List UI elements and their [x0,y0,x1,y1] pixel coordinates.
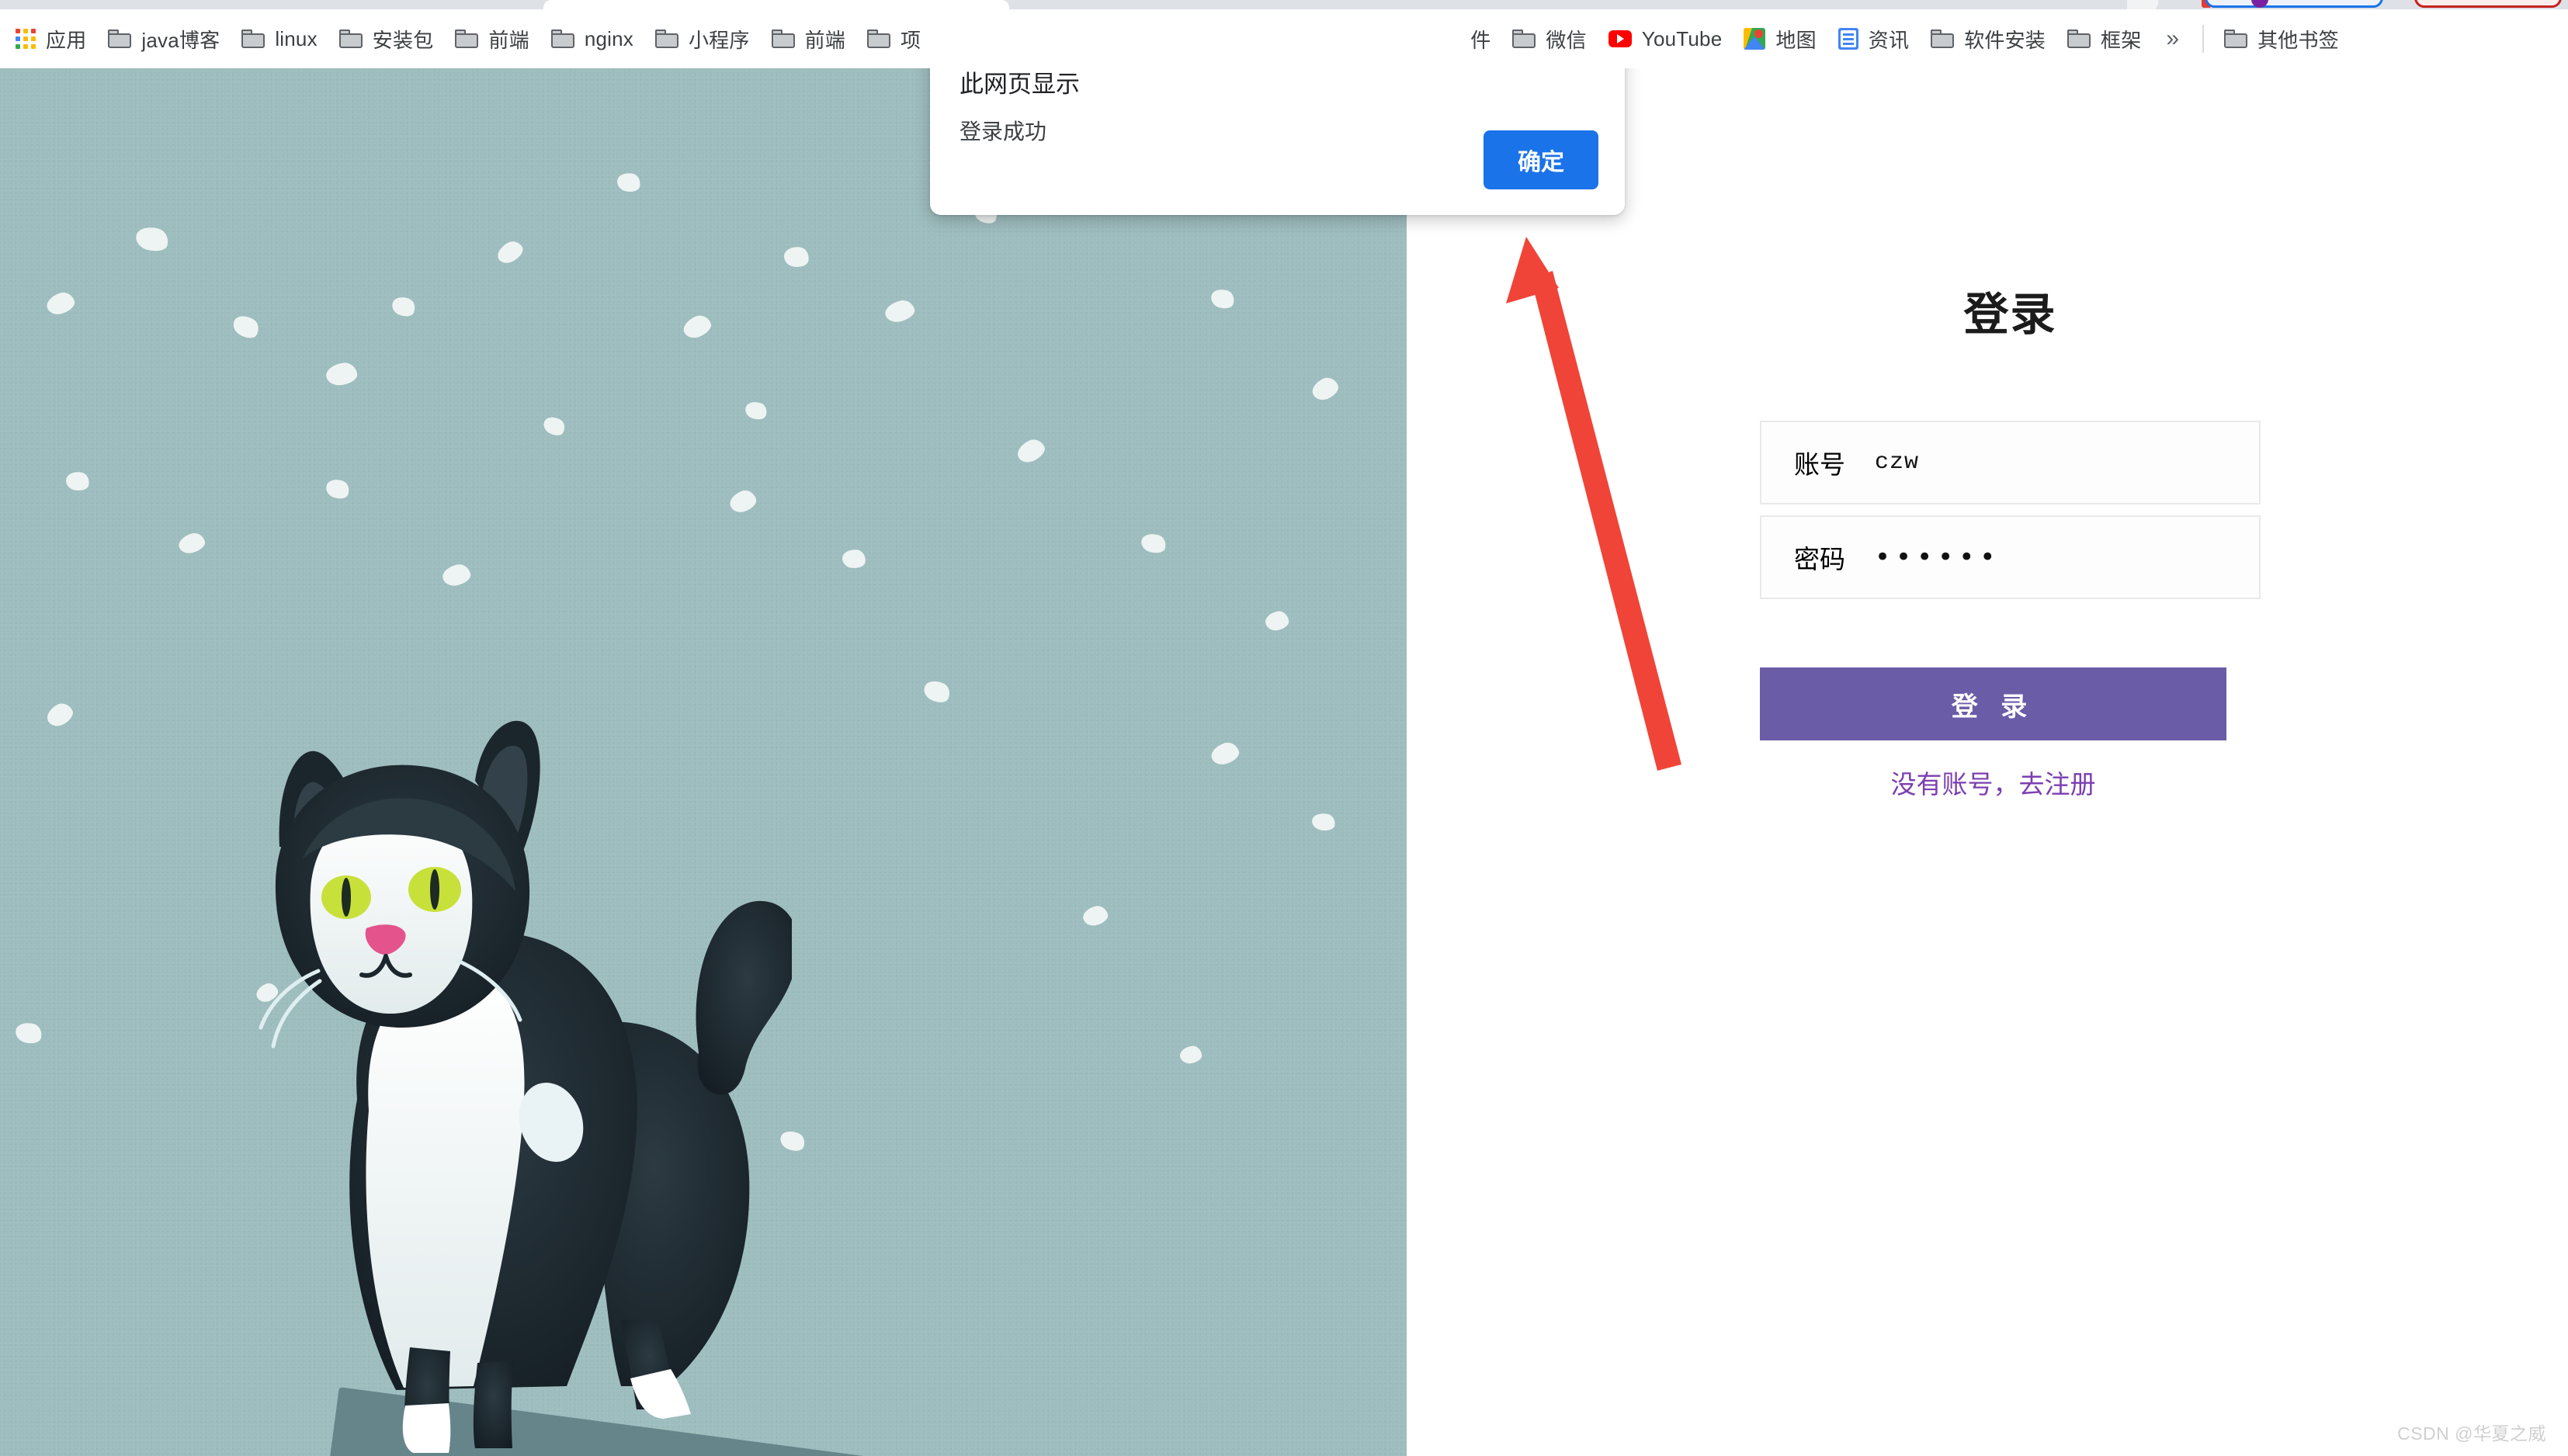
bookmarks-divider [2202,25,2205,53]
bookmark-linux[interactable]: linux [231,17,328,61]
bookmark-label: 资讯 [1868,28,1910,52]
bookmark-apps[interactable]: 应用 [5,17,97,61]
apps-grid-icon [16,29,36,49]
google-maps-icon [1744,28,1766,50]
bookmark-frontend-2[interactable]: 前端 [761,17,856,61]
bookmark-miniprogram[interactable]: 小程序 [644,17,761,61]
youtube-icon [1608,30,1632,47]
bookmark-label: 安装包 [372,28,434,52]
bookmark-project[interactable]: 项 [856,17,932,61]
bookmark-label: 小程序 [688,28,750,52]
folder-icon [550,29,574,48]
bookmark-wechat[interactable]: 微信 [1501,17,1597,61]
bookmark-label: nginx [584,26,633,50]
password-input[interactable]: •••••• [1875,542,2001,573]
dialog-ok-button[interactable]: 确定 [1484,130,1598,189]
hero-illustration [0,68,1407,1456]
bookmark-label: 前端 [804,28,845,52]
browser-tab-strip [0,0,2568,9]
folder-icon [455,29,479,48]
bookmark-other-bookmarks[interactable]: 其他书签 [2213,17,2350,61]
account-field[interactable]: 账号 czw [1760,421,2261,504]
folder-icon [2224,29,2248,48]
dialog-title: 此网页显示 [960,71,1080,98]
bookmarks-overflow-chevron-icon[interactable]: » [2152,26,2193,52]
folder-icon [1931,29,1955,48]
folder-icon [1512,29,1536,48]
omnibox-suggestion-chip[interactable] [2205,0,2383,8]
login-form: 登录 账号 czw 密码 •••••• 登 录 没有账号，去注册 [1760,278,2261,801]
cat-illustration-icon [259,720,792,1453]
folder-icon [771,29,795,48]
page-title: 登录 [1963,289,2057,340]
bookmark-label: java博客 [141,28,220,52]
bookmark-label: 应用 [46,28,87,52]
watermark: CSDN @华夏之威 [2397,1423,2546,1444]
javascript-alert-dialog: 此网页显示 登录成功 确定 [930,68,1625,215]
account-field-label: 账号 [1794,450,1845,479]
bookmark-label: 软件安装 [1964,28,2046,52]
bookmark-java-blog[interactable]: java博客 [97,17,231,61]
login-panel: 登录 账号 czw 密码 •••••• 登 录 没有账号，去注册 [1407,68,2568,1456]
login-submit-button[interactable]: 登 录 [1760,667,2226,740]
bookmark-software-install[interactable]: 软件安装 [1920,17,2056,61]
account-input[interactable]: czw [1875,449,1919,476]
register-link[interactable]: 没有账号，去注册 [1760,764,2226,801]
bookmark-framework[interactable]: 框架 [2056,17,2152,61]
folder-icon [108,29,132,48]
bookmark-label: 其他书签 [2257,28,2339,52]
bookmark-label: YouTube [1641,26,1723,50]
bookmark-maps[interactable]: 地图 [1733,17,1827,61]
folder-icon [654,29,678,48]
omnibox-secondary-chip[interactable] [2414,0,2562,8]
folder-icon [338,29,363,48]
folder-icon [2067,29,2091,48]
bookmark-label: 前端 [488,28,529,52]
bookmark-label: 框架 [2101,28,2142,52]
bookmark-nginx[interactable]: nginx [540,17,644,61]
bookmark-label: 微信 [1546,28,1587,52]
folder-icon [241,29,265,48]
bookmark-label: 地图 [1775,28,1817,52]
google-news-icon [1838,28,1858,50]
password-field-label: 密码 [1794,545,1845,574]
bookmark-software[interactable]: 件 [1459,17,1501,61]
bookmark-label: 件 [1470,28,1491,52]
folder-icon [866,29,890,48]
page-viewport: 登录 账号 czw 密码 •••••• 登 录 没有账号，去注册 此网页显示 登… [0,68,2568,1456]
bookmark-label: 项 [900,28,921,52]
password-field[interactable]: 密码 •••••• [1760,515,2261,599]
bookmark-news[interactable]: 资讯 [1827,17,1920,61]
bookmark-label: linux [275,26,318,50]
bookmark-install-packages[interactable]: 安装包 [328,17,445,61]
screenshot-root: 应用 java博客 linux 安装包 前端 nginx 小程序 前端 项 件 … [0,0,2568,1456]
bookmark-frontend-1[interactable]: 前端 [444,17,540,61]
dialog-message: 登录成功 [960,120,1047,144]
bookmark-youtube[interactable]: YouTube [1598,17,1733,61]
bookmarks-bar: 应用 java博客 linux 安装包 前端 nginx 小程序 前端 项 件 … [0,9,2568,68]
